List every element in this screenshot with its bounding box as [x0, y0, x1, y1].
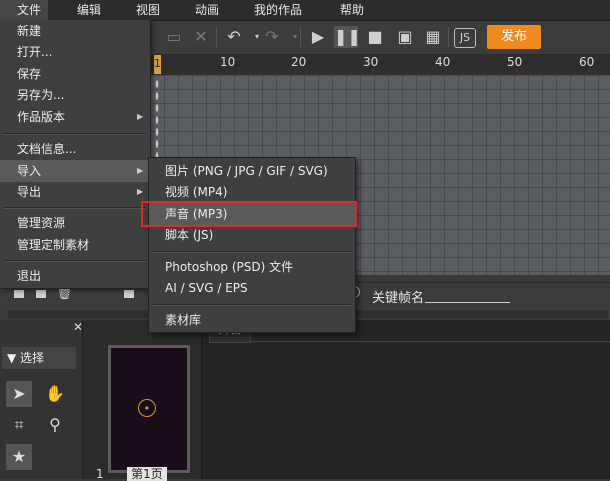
stage-divider: [250, 341, 610, 342]
file-menu-item-label: 管理资源: [17, 216, 66, 230]
undo-icon[interactable]: ↶: [222, 26, 246, 48]
close-icon[interactable]: ✕: [73, 320, 83, 334]
menu-separator: [4, 207, 146, 209]
keyframe-name-input[interactable]: [425, 302, 510, 303]
file-menu-item-label: 导入: [17, 164, 42, 178]
file-menu-item-label: 保存: [17, 67, 42, 81]
timeline-ruler: 10 20 30 40 50 60: [150, 55, 610, 75]
submenu-arrow-icon: ▶: [137, 187, 144, 196]
play-icon[interactable]: ▶: [306, 26, 330, 48]
file-menu-manage-resources[interactable]: 管理资源: [0, 212, 150, 234]
file-menu-item-label: 新建: [17, 24, 42, 38]
transform-icon[interactable]: ⌗: [6, 412, 32, 438]
page-logo-icon: ●: [138, 399, 156, 417]
menu-separator: [4, 260, 146, 262]
import-item-label: 脚本 (JS): [165, 228, 214, 242]
menu-edit[interactable]: 编辑: [77, 0, 101, 20]
script-js-icon[interactable]: JS: [454, 28, 476, 48]
file-menu-save-as[interactable]: 另存为...: [0, 84, 150, 106]
toolbar-separator: [448, 27, 449, 47]
menu-separator: [153, 304, 351, 306]
ruler-tick-label: 10: [220, 55, 236, 69]
menu-file[interactable]: 文件: [0, 0, 48, 20]
file-menu-item-label: 导出: [17, 185, 42, 199]
file-menu-item-label: 文档信息...: [17, 142, 77, 156]
import-image[interactable]: 图片 (PNG / JPG / GIF / SVG): [149, 160, 355, 182]
menu-view[interactable]: 视图: [136, 0, 160, 20]
file-menu-item-label: 打开...: [17, 45, 53, 59]
ruler-tick-label: 60: [579, 55, 595, 69]
file-menu-save[interactable]: 保存: [0, 63, 150, 85]
tools-panel-header-label: ▼ 选择: [7, 351, 45, 365]
hand-icon[interactable]: ✋: [42, 381, 68, 407]
file-menu-item-label: 作品版本: [17, 110, 66, 124]
import-script[interactable]: 脚本 (JS): [149, 224, 355, 246]
select-arrow-icon[interactable]: ➤: [6, 381, 32, 407]
delete-icon[interactable]: ✕: [189, 26, 213, 48]
import-item-label: Photoshop (PSD) 文件: [165, 260, 294, 274]
redo-dropdown-icon[interactable]: ▾: [283, 26, 307, 48]
menu-help[interactable]: 帮助: [340, 0, 364, 20]
menu-separator: [4, 133, 146, 135]
star-icon[interactable]: ★: [6, 444, 32, 470]
toolbar-separator: [216, 27, 217, 47]
zoom-icon[interactable]: ⚲: [42, 412, 68, 438]
qrcode-icon[interactable]: ▦: [421, 26, 445, 48]
stop-icon[interactable]: ■: [363, 26, 387, 48]
publish-button[interactable]: 发布: [487, 25, 541, 49]
import-submenu: 图片 (PNG / JPG / GIF / SVG) 视频 (MP4) 声音 (…: [148, 157, 356, 333]
import-item-label: 图片 (PNG / JPG / GIF / SVG): [165, 164, 328, 178]
import-psd[interactable]: Photoshop (PSD) 文件: [149, 256, 355, 278]
import-asset-library[interactable]: 素材库: [149, 309, 355, 331]
import-item-label: 视频 (MP4): [165, 185, 228, 199]
menu-separator: [153, 251, 351, 253]
paste-icon[interactable]: ▭: [162, 26, 186, 48]
ruler-tick-label: 40: [435, 55, 451, 69]
file-menu-doc-info[interactable]: 文档信息...: [0, 138, 150, 160]
add-folder-icon[interactable]: [36, 290, 46, 298]
menu-my-works[interactable]: 我的作品: [254, 0, 302, 20]
playhead-marker[interactable]: 1: [154, 55, 161, 74]
pause-icon[interactable]: ❚❚: [334, 26, 361, 48]
import-video[interactable]: 视频 (MP4): [149, 181, 355, 203]
submenu-arrow-icon: ▶: [137, 166, 144, 175]
playhead-frame-label: 1: [154, 57, 161, 70]
file-menu-new[interactable]: 新建: [0, 20, 150, 42]
ruler-tick-label: 30: [363, 55, 379, 69]
preview-icon[interactable]: ▣: [393, 26, 417, 48]
menu-bar: 文件 编辑 视图 动画 我的作品 帮助: [0, 0, 610, 21]
file-menu-import[interactable]: 导入 ▶: [0, 160, 150, 182]
file-menu-exit[interactable]: 退出: [0, 265, 150, 287]
menu-animation[interactable]: 动画: [195, 0, 219, 20]
highlight-box: [141, 201, 357, 227]
ruler-tick-label: 50: [507, 55, 523, 69]
menu-file-label: 文件: [17, 3, 42, 17]
import-ai-svg-eps[interactable]: AI / SVG / EPS: [149, 277, 355, 299]
add-layer-icon[interactable]: [14, 290, 24, 298]
file-menu-item-label: 退出: [17, 269, 42, 283]
file-menu-manage-custom[interactable]: 管理定制素材: [0, 234, 150, 256]
tools-panel-header[interactable]: ▼ 选择: [2, 347, 76, 369]
file-menu-export[interactable]: 导出 ▶: [0, 181, 150, 203]
file-menu-dropdown: 新建 打开... 保存 另存为... 作品版本 ▶ 文档信息... 导入 ▶ 导出 ▶…: [0, 20, 151, 289]
keyframe-name-label: 关键帧名: [372, 291, 425, 306]
redo-icon[interactable]: ↷: [260, 26, 284, 48]
layer-option-icon[interactable]: [124, 290, 134, 298]
file-menu-item-label: 管理定制素材: [17, 238, 90, 252]
file-menu-open[interactable]: 打开...: [0, 41, 150, 63]
import-item-label: 素材库: [165, 313, 202, 327]
ruler-tick-label: 20: [291, 55, 307, 69]
submenu-arrow-icon: ▶: [137, 112, 144, 121]
toolbar-separator: [300, 27, 301, 47]
import-item-label: AI / SVG / EPS: [165, 281, 248, 295]
file-menu-versions[interactable]: 作品版本 ▶: [0, 106, 150, 128]
file-menu-item-label: 另存为...: [17, 88, 65, 102]
